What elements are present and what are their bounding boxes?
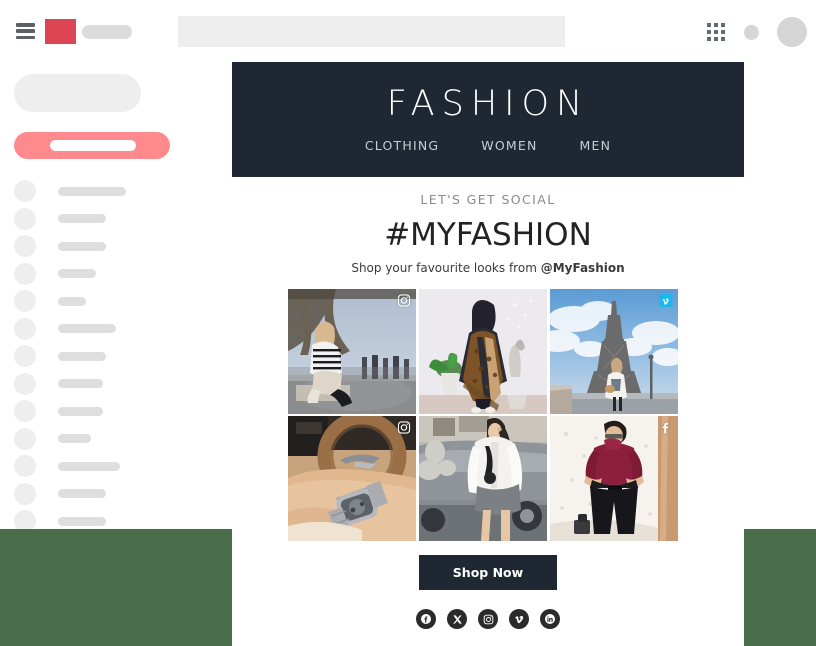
sidebar-item-label bbox=[58, 186, 126, 196]
apps-dot bbox=[721, 37, 725, 41]
apps-dot bbox=[707, 30, 711, 34]
hamburger-line bbox=[16, 29, 35, 33]
email-logo: FASHION bbox=[386, 83, 590, 124]
apps-dot bbox=[721, 30, 725, 34]
nav-item-men[interactable]: MEN bbox=[580, 138, 612, 153]
sidebar-item-6[interactable] bbox=[14, 345, 106, 367]
apps-dot bbox=[707, 37, 711, 41]
gallery-tile[interactable] bbox=[550, 416, 678, 541]
facebook-icon bbox=[659, 420, 673, 434]
sidebar-item-7[interactable] bbox=[14, 372, 103, 395]
vimeo-icon[interactable] bbox=[509, 609, 529, 629]
x-twitter-icon[interactable] bbox=[447, 609, 467, 629]
instagram-icon bbox=[397, 293, 411, 307]
gallery-tile[interactable] bbox=[419, 416, 547, 541]
brand-name-placeholder bbox=[82, 25, 132, 39]
facebook-icon[interactable] bbox=[416, 609, 436, 629]
sidebar-item-0[interactable] bbox=[14, 180, 126, 202]
sidebar-item-active[interactable] bbox=[14, 132, 170, 159]
sidebar-item-4[interactable] bbox=[14, 290, 86, 312]
sidebar-item-icon bbox=[14, 290, 36, 312]
apps-dot bbox=[714, 30, 718, 34]
avatar[interactable] bbox=[777, 17, 807, 47]
sidebar-item-icon bbox=[14, 180, 36, 202]
sidebar-item-label bbox=[58, 516, 106, 526]
sidebar-item-label bbox=[58, 351, 106, 361]
gallery-tile[interactable] bbox=[550, 289, 678, 414]
brand-logo[interactable] bbox=[45, 19, 76, 44]
instagram-icon bbox=[397, 420, 411, 434]
nav-item-clothing[interactable]: CLOTHING bbox=[365, 138, 439, 153]
sidebar-item-label bbox=[58, 461, 120, 471]
hamburger-line bbox=[16, 23, 35, 27]
photo-grid bbox=[288, 289, 688, 541]
sidebar-item-label bbox=[58, 214, 106, 223]
sidebar-item-icon bbox=[14, 262, 36, 285]
hero-title: #MYFASHION bbox=[384, 217, 592, 253]
app-root: FASHION CLOTHING WOMEN MEN LET'S GET SOC… bbox=[0, 0, 816, 646]
cta-section: Shop Now bbox=[232, 555, 744, 590]
sidebar-item-label bbox=[58, 489, 106, 498]
sidebar-item-label bbox=[58, 296, 86, 306]
gallery-image-2 bbox=[419, 289, 547, 414]
hamburger-line bbox=[16, 35, 35, 39]
gallery-tile[interactable] bbox=[419, 289, 547, 414]
gallery-tile[interactable] bbox=[288, 416, 416, 541]
grid-apps-icon[interactable] bbox=[707, 23, 726, 41]
apps-dot bbox=[721, 23, 725, 27]
sidebar-item-icon bbox=[14, 482, 36, 505]
sidebar-item-icon bbox=[14, 372, 36, 395]
social-links bbox=[232, 609, 744, 629]
hero-subtitle-text: Shop your favourite looks from bbox=[351, 261, 541, 275]
hero-eyebrow: LET'S GET SOCIAL bbox=[420, 192, 556, 207]
notification-indicator[interactable] bbox=[744, 25, 759, 40]
hero-section: LET'S GET SOCIAL #MYFASHION Shop your fa… bbox=[232, 177, 744, 275]
sidebar-item-label bbox=[58, 324, 116, 333]
sidebar-item-icon bbox=[14, 317, 36, 340]
instagram-icon[interactable] bbox=[478, 609, 498, 629]
sidebar-item-11[interactable] bbox=[14, 482, 106, 505]
apps-dot bbox=[707, 23, 711, 27]
sidebar-title-placeholder bbox=[14, 74, 141, 112]
sidebar-item-2[interactable] bbox=[14, 235, 106, 257]
email-preview-card: FASHION CLOTHING WOMEN MEN LET'S GET SOC… bbox=[232, 62, 744, 646]
sidebar-item-active-label bbox=[50, 140, 136, 151]
gallery-image-5 bbox=[419, 416, 547, 541]
sidebar-item-1[interactable] bbox=[14, 207, 106, 230]
sidebar-item-icon bbox=[14, 235, 36, 257]
sidebar-item-3[interactable] bbox=[14, 262, 96, 285]
gallery-tile[interactable] bbox=[288, 289, 416, 414]
sidebar-item-icon bbox=[14, 345, 36, 367]
email-banner: FASHION CLOTHING WOMEN MEN bbox=[232, 62, 744, 177]
sidebar-item-icon bbox=[14, 400, 36, 422]
sidebar-item-10[interactable] bbox=[14, 455, 120, 477]
email-nav: CLOTHING WOMEN MEN bbox=[365, 138, 611, 153]
sidebar-item-label bbox=[58, 379, 103, 388]
sidebar-item-8[interactable] bbox=[14, 400, 103, 422]
linkedin-icon[interactable] bbox=[540, 609, 560, 629]
hero-subtitle: Shop your favourite looks from @MyFashio… bbox=[232, 261, 744, 275]
search-input[interactable] bbox=[178, 16, 565, 47]
sidebar-item-label bbox=[58, 241, 106, 251]
sidebar-item-9[interactable] bbox=[14, 427, 91, 450]
hamburger-menu-icon[interactable] bbox=[16, 23, 35, 39]
sidebar-item-label bbox=[58, 434, 91, 443]
sidebar-item-icon bbox=[14, 455, 36, 477]
sidebar-item-5[interactable] bbox=[14, 317, 116, 340]
shop-now-button[interactable]: Shop Now bbox=[418, 555, 558, 590]
sidebar-item-icon bbox=[14, 207, 36, 230]
sidebar-item-label bbox=[58, 269, 96, 278]
top-bar bbox=[0, 0, 816, 62]
sidebar-item-label bbox=[58, 406, 103, 416]
vimeo-icon bbox=[659, 293, 673, 307]
apps-dot bbox=[714, 23, 718, 27]
nav-item-women[interactable]: WOMEN bbox=[481, 138, 537, 153]
sidebar-item-icon bbox=[14, 427, 36, 450]
hero-subtitle-handle: @MyFashion bbox=[540, 261, 625, 275]
apps-dot bbox=[714, 37, 718, 41]
